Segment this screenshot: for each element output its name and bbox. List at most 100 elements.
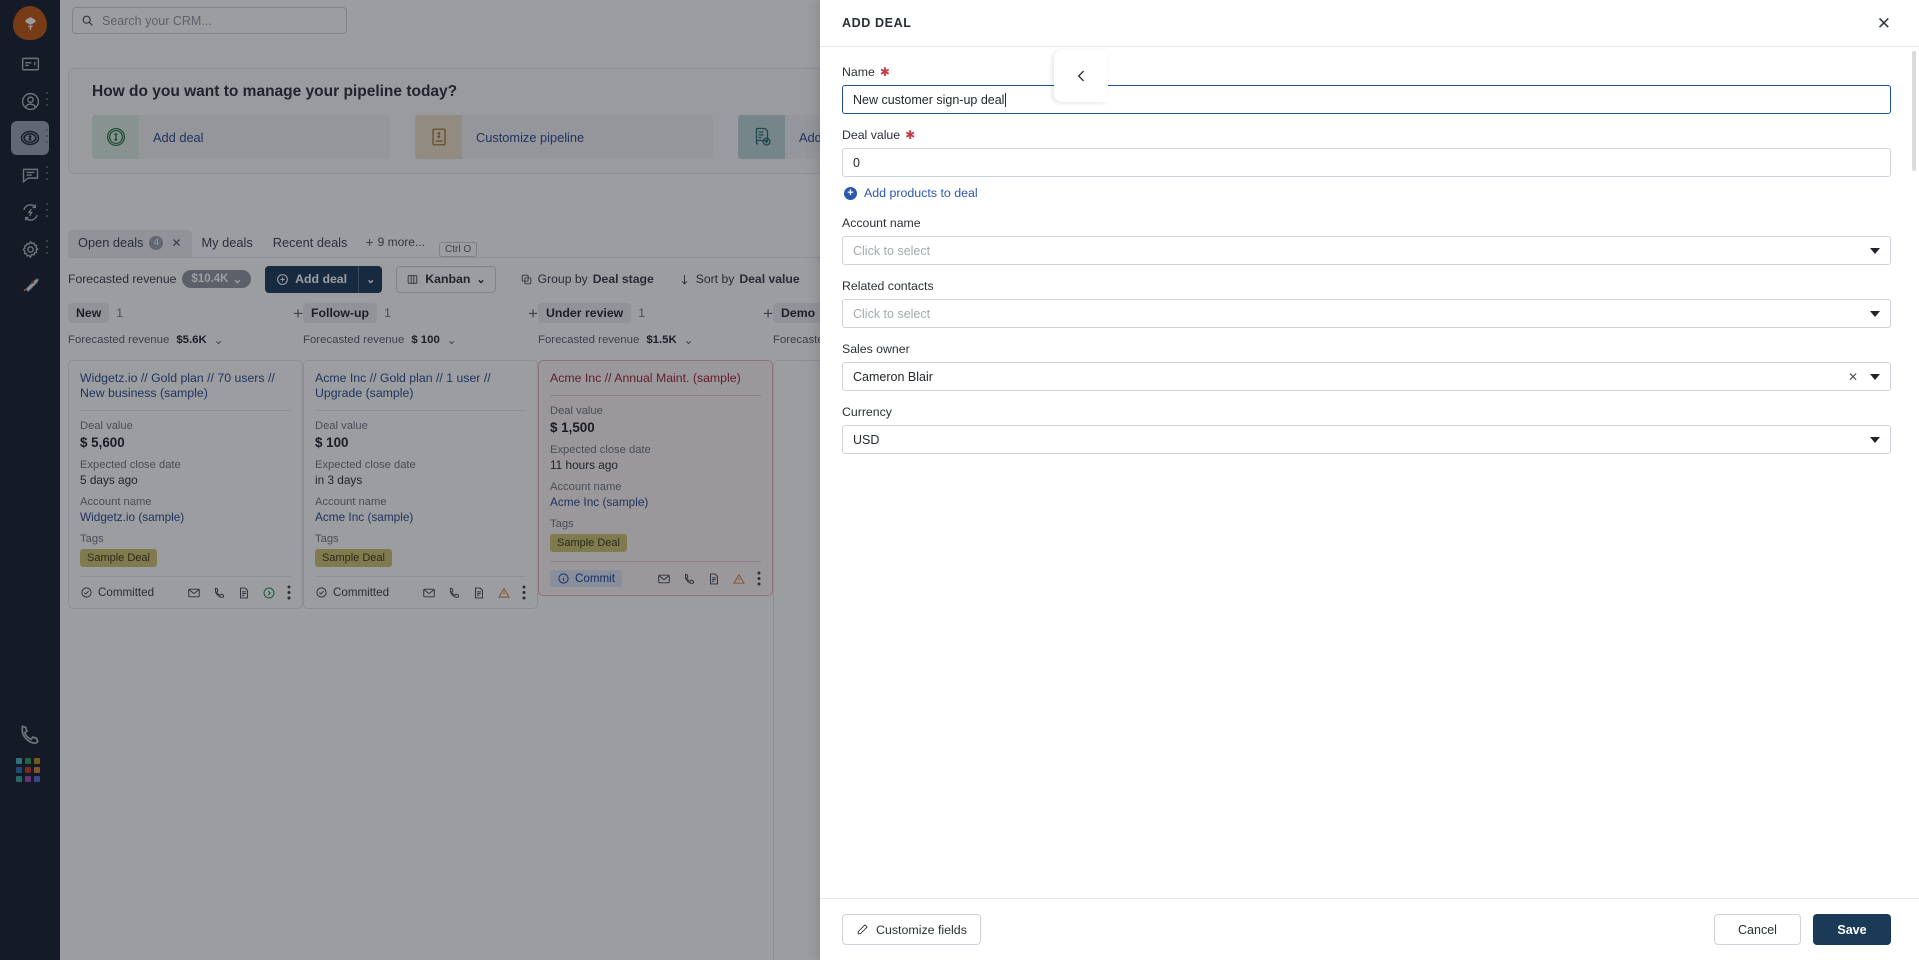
sidebar-apps-grid[interactable] [16, 758, 42, 782]
deal-card[interactable]: Widgetz.io // Gold plan // 70 users // N… [68, 360, 303, 609]
deal-title[interactable]: Widgetz.io // Gold plan // 70 users // N… [80, 371, 291, 401]
phone-icon[interactable] [682, 572, 696, 586]
sort-by-control[interactable]: Sort by Deal value [678, 272, 800, 286]
sidebar-phone-button[interactable] [16, 722, 42, 753]
more-vertical-icon[interactable] [522, 585, 526, 600]
deal-card[interactable]: Acme Inc // Annual Maint. (sample) Deal … [538, 360, 773, 596]
chevron-down-icon[interactable] [1870, 247, 1880, 254]
group-by-control[interactable]: Group by Deal stage [520, 272, 654, 286]
phone-icon [21, 725, 39, 744]
more-vertical-icon[interactable] [287, 585, 291, 600]
mail-icon[interactable] [187, 586, 201, 600]
chevron-down-icon[interactable] [1870, 310, 1880, 317]
chevron-down-icon: ⌄ [476, 273, 486, 286]
stage-name[interactable]: Under review [538, 303, 632, 323]
account-name-select[interactable]: Click to select [842, 236, 1891, 265]
arrow-circle-icon[interactable] [262, 586, 276, 600]
stage-name[interactable]: Demo [773, 303, 824, 323]
add-products-link[interactable]: + Add products to deal [844, 186, 1891, 200]
forecast-status[interactable]: Commit [550, 570, 622, 587]
sidebar-item-automation[interactable] [11, 195, 49, 229]
deal-card[interactable]: Acme Inc // Gold plan // 1 user // Upgra… [303, 360, 538, 609]
field-label-text: Name [842, 65, 875, 79]
promo-card-label: Customize pipeline [476, 129, 585, 145]
tab-recent-deals[interactable]: Recent deals [263, 230, 358, 257]
account-name-value[interactable]: Acme Inc (sample) [315, 510, 526, 524]
deal-title[interactable]: Acme Inc // Gold plan // 1 user // Upgra… [315, 371, 526, 401]
sidebar-dots-chat[interactable] [45, 166, 49, 180]
view-switcher-button[interactable]: Kanban ⌄ [396, 265, 496, 293]
add-deal-button[interactable]: Add deal ⌄ [265, 265, 383, 293]
warning-icon[interactable] [497, 586, 511, 600]
currency-select[interactable]: USD [842, 425, 1891, 454]
mail-icon[interactable] [422, 586, 436, 600]
stage-name[interactable]: Follow-up [303, 303, 378, 323]
app-logo[interactable] [13, 6, 47, 40]
save-button[interactable]: Save [1813, 914, 1891, 945]
chevron-down-icon[interactable] [1870, 436, 1880, 443]
cancel-button[interactable]: Cancel [1714, 914, 1801, 945]
more-vertical-icon[interactable] [757, 571, 761, 586]
account-name-value[interactable]: Widgetz.io (sample) [80, 510, 291, 524]
sort-by-label: Sort by [695, 272, 735, 286]
sidebar-dots-contacts[interactable] [45, 92, 49, 106]
note-icon[interactable] [237, 586, 251, 600]
close-date-value: in 3 days [315, 473, 363, 487]
close-icon[interactable]: ✕ [1877, 15, 1891, 32]
sidebar-item-deals[interactable] [11, 121, 49, 155]
deal-value: $ 100 [315, 435, 349, 450]
forecast-amount: $10.4K [191, 273, 229, 285]
sidebar-dots-settings[interactable] [45, 240, 49, 254]
sidebar-item-contacts[interactable] [11, 84, 49, 118]
close-icon[interactable]: ✕ [171, 236, 181, 250]
clear-icon[interactable]: ✕ [1848, 371, 1858, 383]
sidebar-item-marketplace[interactable] [11, 268, 49, 302]
sidebar-dots-deals[interactable] [45, 129, 49, 143]
add-deal-main[interactable]: Add deal [265, 272, 358, 286]
chevron-down-icon[interactable]: ⌄ [214, 333, 224, 347]
forecast-revenue-value[interactable]: $10.4K ⌄ [182, 270, 252, 288]
add-deal-to-stage-button[interactable]: + [528, 305, 538, 322]
sales-owner-select[interactable]: Cameron Blair ✕ [842, 362, 1891, 391]
phone-icon[interactable] [212, 586, 226, 600]
note-icon[interactable] [707, 572, 721, 586]
scrollbar[interactable] [1912, 51, 1916, 171]
warning-icon[interactable] [732, 572, 746, 586]
kanban-icon [408, 274, 418, 284]
promo-card-add-deal[interactable]: Add deal [92, 115, 390, 159]
search-input[interactable]: Search your CRM... [72, 7, 347, 34]
sidebar-dots-automation[interactable] [45, 203, 49, 217]
forecast-status[interactable]: Committed [80, 586, 154, 599]
tab-more-button[interactable]: + 9 more... [357, 229, 433, 257]
required-asterisk: ✱ [905, 128, 916, 142]
plus-circle-icon: + [844, 186, 857, 200]
phone-icon[interactable] [447, 586, 461, 600]
promo-card-customize-pipeline[interactable]: Customize pipeline [415, 115, 713, 159]
chevron-down-icon[interactable]: ⌄ [447, 333, 457, 347]
related-contacts-placeholder: Click to select [853, 306, 931, 321]
stage-name[interactable]: New [68, 303, 110, 323]
related-contacts-select[interactable]: Click to select [842, 299, 1891, 328]
note-icon[interactable] [472, 586, 486, 600]
add-deal-dropdown-toggle[interactable]: ⌄ [358, 265, 382, 293]
forecast-status[interactable]: Committed [315, 586, 389, 599]
add-deal-to-stage-button[interactable]: + [763, 305, 773, 322]
panel-collapse-button[interactable] [1054, 50, 1108, 102]
tab-my-deals[interactable]: My deals [192, 230, 263, 257]
chevron-down-icon[interactable] [1870, 373, 1880, 380]
tab-open-deals[interactable]: Open deals 4 ✕ [68, 230, 192, 257]
add-deal-to-stage-button[interactable]: + [293, 305, 303, 322]
name-input[interactable]: New customer sign-up deal [842, 85, 1891, 114]
customize-fields-button[interactable]: Customize fields [842, 914, 981, 945]
mail-icon[interactable] [657, 572, 671, 586]
deal-value-input[interactable]: 0 [842, 148, 1891, 177]
deal-title[interactable]: Acme Inc // Annual Maint. (sample) [550, 371, 761, 386]
add-deal-label: Add deal [295, 272, 348, 286]
sidebar-item-settings[interactable] [11, 232, 49, 266]
deal-value-label: Deal value [315, 420, 368, 432]
chevron-down-icon[interactable]: ⌄ [684, 333, 694, 347]
sidebar-item-chat[interactable] [11, 158, 49, 192]
tab-count-badge: 4 [149, 235, 164, 250]
account-name-value[interactable]: Acme Inc (sample) [550, 495, 761, 509]
sidebar-item-dashboard[interactable] [11, 47, 49, 81]
